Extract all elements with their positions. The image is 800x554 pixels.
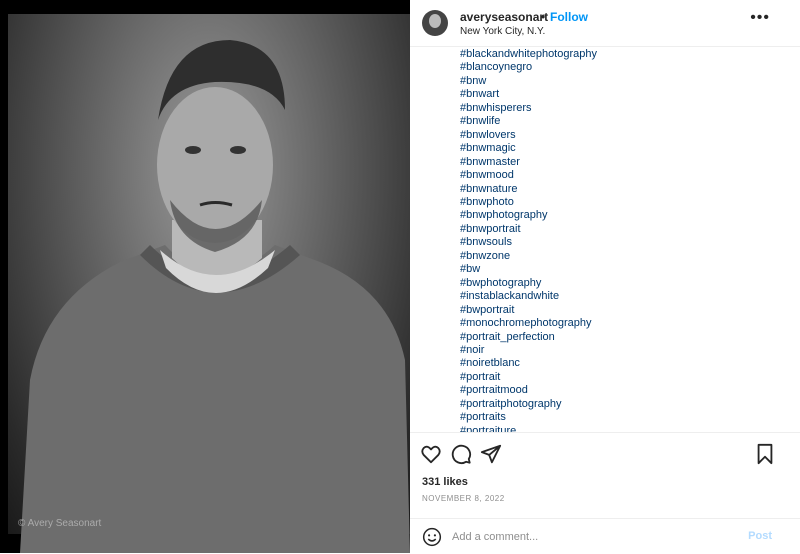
hashtag-link[interactable]: #bnwlovers: [460, 129, 790, 142]
caption-hashtags: #blackandwhitephotography #blancoynegro #b…: [460, 48, 790, 432]
hashtag-link[interactable]: #blackandwhitephotography: [460, 48, 790, 61]
avatar[interactable]: [422, 10, 448, 36]
hashtag-link[interactable]: #portraiture: [460, 425, 790, 432]
hashtag-link[interactable]: #bnwsouls: [460, 236, 790, 249]
post-header: averyseasonart • Follow New York City, N…: [410, 0, 800, 47]
hashtag-link[interactable]: #bw: [460, 263, 790, 276]
follow-button[interactable]: Follow: [550, 10, 588, 24]
location-link[interactable]: New York City, N.Y.: [460, 26, 545, 37]
hashtag-link[interactable]: #bnwzone: [460, 250, 790, 263]
emoji-icon[interactable]: [422, 527, 442, 547]
hashtag-link[interactable]: #portraitphotography: [460, 398, 790, 411]
hashtag-link[interactable]: #instablackandwhite: [460, 290, 790, 303]
hashtag-link[interactable]: #bnw: [460, 75, 790, 88]
hashtag-link[interactable]: #portraitmood: [460, 384, 790, 397]
hashtag-link[interactable]: #bnwmaster: [460, 156, 790, 169]
heart-icon[interactable]: [420, 443, 442, 465]
hashtag-link[interactable]: #bwphotography: [460, 277, 790, 290]
hashtag-link[interactable]: #bnwhisperers: [460, 102, 790, 115]
username-link[interactable]: averyseasonart: [460, 10, 548, 24]
hashtag-link[interactable]: #noiretblanc: [460, 357, 790, 370]
hashtag-link[interactable]: #bnwart: [460, 88, 790, 101]
hashtag-link[interactable]: #blancoynegro: [460, 61, 790, 74]
hashtag-link[interactable]: #bnwlife: [460, 115, 790, 128]
post-date: NOVEMBER 8, 2022: [422, 494, 505, 503]
post-comment-button[interactable]: Post: [748, 530, 772, 542]
hashtag-link[interactable]: #portraits: [460, 411, 790, 424]
more-options-icon[interactable]: •••: [750, 9, 770, 27]
hashtag-link[interactable]: #bwportrait: [460, 304, 790, 317]
hashtag-link[interactable]: #bnwmagic: [460, 142, 790, 155]
hashtag-link[interactable]: #bnwphotography: [460, 209, 790, 222]
likes-count[interactable]: 331 likes: [422, 476, 468, 488]
hashtag-link[interactable]: #portrait: [460, 371, 790, 384]
hashtag-link[interactable]: #monochromephotography: [460, 317, 790, 330]
hashtag-link[interactable]: #bnwnature: [460, 183, 790, 196]
post-photo[interactable]: © Avery Seasonart: [0, 0, 410, 553]
comment-input[interactable]: [450, 526, 734, 548]
separator-dot: •: [541, 10, 546, 24]
post-panel: averyseasonart • Follow New York City, N…: [410, 0, 800, 553]
photo-watermark: © Avery Seasonart: [18, 518, 102, 529]
hashtag-link[interactable]: #noir: [460, 344, 790, 357]
bookmark-icon[interactable]: [754, 443, 776, 465]
hashtag-link[interactable]: #bnwmood: [460, 169, 790, 182]
share-icon[interactable]: [480, 443, 502, 465]
portrait-figure: [20, 40, 410, 553]
hashtag-link[interactable]: #portrait_perfection: [460, 331, 790, 344]
action-bar: [410, 432, 800, 475]
hashtag-link[interactable]: #bnwphoto: [460, 196, 790, 209]
hashtag-link[interactable]: #bnwportrait: [460, 223, 790, 236]
comment-bar: Post: [410, 518, 800, 554]
comment-icon[interactable]: [450, 443, 472, 465]
